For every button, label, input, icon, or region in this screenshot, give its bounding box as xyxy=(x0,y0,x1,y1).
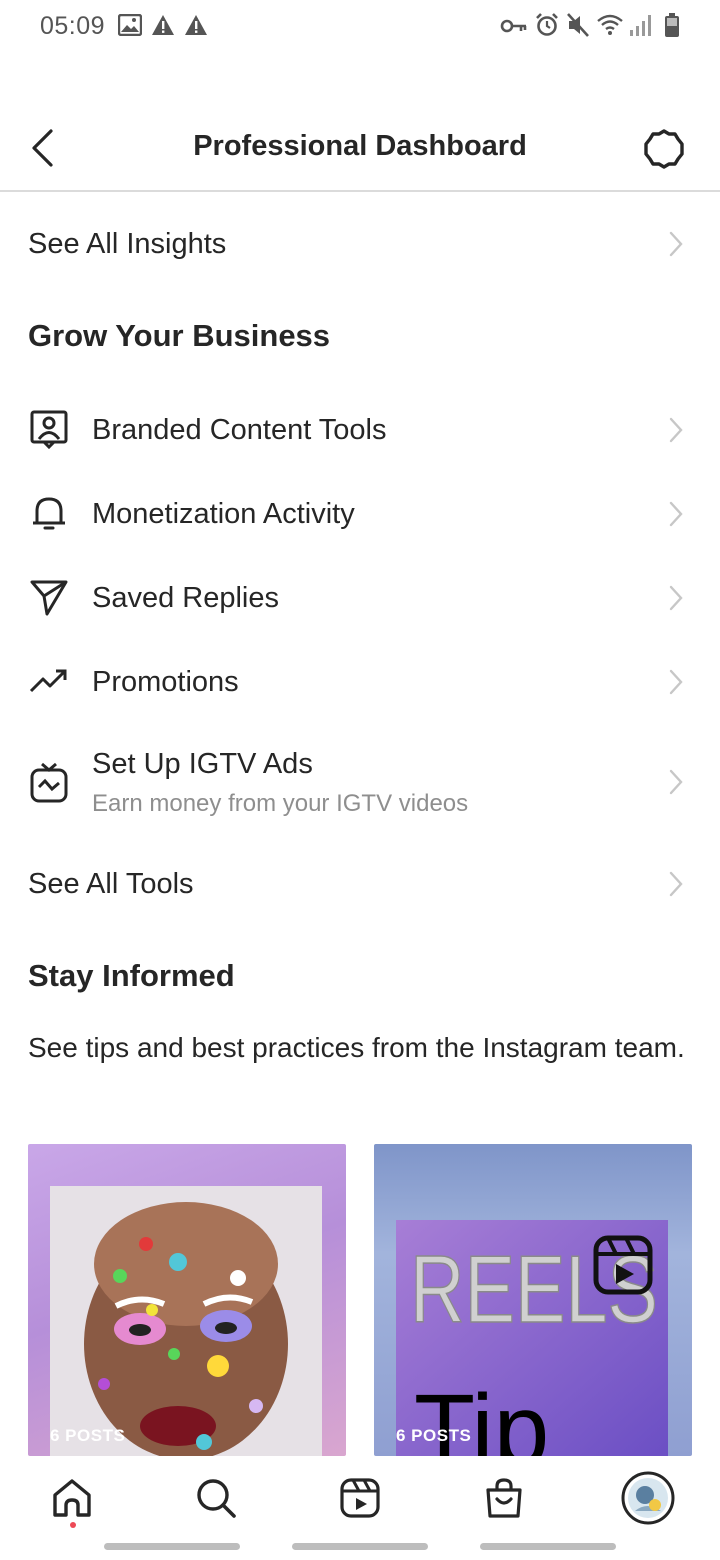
promotions-label: Promotions xyxy=(92,666,239,698)
shop-icon xyxy=(486,1478,522,1518)
card-post-count: 6 POSTS xyxy=(396,1426,472,1445)
monetization-activity-label: Monetization Activity xyxy=(92,498,355,530)
profile-avatar xyxy=(621,1471,675,1525)
send-icon xyxy=(28,576,70,618)
wifi-icon xyxy=(596,12,624,43)
search-icon xyxy=(197,1479,236,1518)
chevron-right-icon xyxy=(669,769,683,795)
warning-icon xyxy=(151,14,175,41)
page-title: Professional Dashboard xyxy=(193,130,527,162)
chevron-right-icon xyxy=(669,669,683,695)
system-nav-bar-right[interactable] xyxy=(480,1543,616,1550)
promotions-row[interactable]: Promotions xyxy=(0,652,720,712)
trend-up-icon xyxy=(28,660,70,702)
branded-content-icon xyxy=(28,408,70,450)
reels-icon xyxy=(340,1478,380,1518)
chevron-right-icon xyxy=(669,501,683,527)
igtv-ads-row[interactable]: Set Up IGTV Ads Earn money from your IGT… xyxy=(0,740,720,828)
tips-card-image: REELS Tip xyxy=(396,1220,668,1456)
home-icon xyxy=(53,1479,91,1517)
tips-card-1[interactable]: 6 POSTS xyxy=(28,1144,346,1456)
nav-search[interactable] xyxy=(188,1470,244,1526)
image-icon xyxy=(117,13,143,41)
saved-replies-row[interactable]: Saved Replies xyxy=(0,568,720,628)
header: Professional Dashboard xyxy=(0,100,720,192)
nav-profile[interactable] xyxy=(620,1470,676,1526)
branded-content-tools-label: Branded Content Tools xyxy=(92,414,387,446)
nav-home[interactable] xyxy=(44,1470,100,1526)
status-bar: 05:09 xyxy=(0,0,720,56)
settings-gear-icon xyxy=(644,129,684,169)
warning-icon xyxy=(184,14,208,41)
branded-content-tools-row[interactable]: Branded Content Tools xyxy=(0,400,720,460)
see-all-tools-label: See All Tools xyxy=(28,868,194,900)
nav-shop[interactable] xyxy=(476,1470,532,1526)
home-notification-dot xyxy=(70,1522,76,1528)
tips-card-image xyxy=(50,1186,322,1456)
chevron-right-icon xyxy=(669,417,683,443)
settings-button[interactable] xyxy=(640,126,688,172)
monetization-activity-row[interactable]: Monetization Activity xyxy=(0,484,720,544)
stay-informed-title: Stay Informed xyxy=(28,958,235,993)
chevron-right-icon xyxy=(669,871,683,897)
bottom-navigation xyxy=(0,1456,720,1538)
status-time: 05:09 xyxy=(40,12,106,40)
igtv-icon xyxy=(28,762,70,804)
see-all-tools-row[interactable]: See All Tools xyxy=(0,854,720,914)
signal-icon xyxy=(628,12,652,43)
igtv-ads-label: Set Up IGTV Ads xyxy=(92,748,313,780)
system-nav-bar-home[interactable] xyxy=(292,1543,428,1550)
vpn-key-icon xyxy=(500,16,528,41)
alarm-icon xyxy=(534,12,560,43)
card-post-count: 6 POSTS xyxy=(50,1426,126,1445)
saved-replies-label: Saved Replies xyxy=(92,582,279,614)
stay-informed-description: See tips and best practices from the Ins… xyxy=(28,1032,685,1063)
bell-icon xyxy=(28,492,70,534)
chevron-right-icon xyxy=(669,231,683,257)
system-nav-bar-left[interactable] xyxy=(104,1543,240,1550)
see-all-insights-row[interactable]: See All Insights xyxy=(0,214,720,274)
grow-section-title: Grow Your Business xyxy=(28,318,331,353)
igtv-ads-sublabel: Earn money from your IGTV videos xyxy=(92,790,469,817)
see-all-insights-label: See All Insights xyxy=(28,228,227,260)
mute-icon xyxy=(566,12,590,43)
chevron-right-icon xyxy=(669,585,683,611)
nav-reels[interactable] xyxy=(332,1470,388,1526)
battery-icon xyxy=(664,12,680,43)
tips-card-2[interactable]: REELS Tip 6 POSTS xyxy=(374,1144,692,1456)
